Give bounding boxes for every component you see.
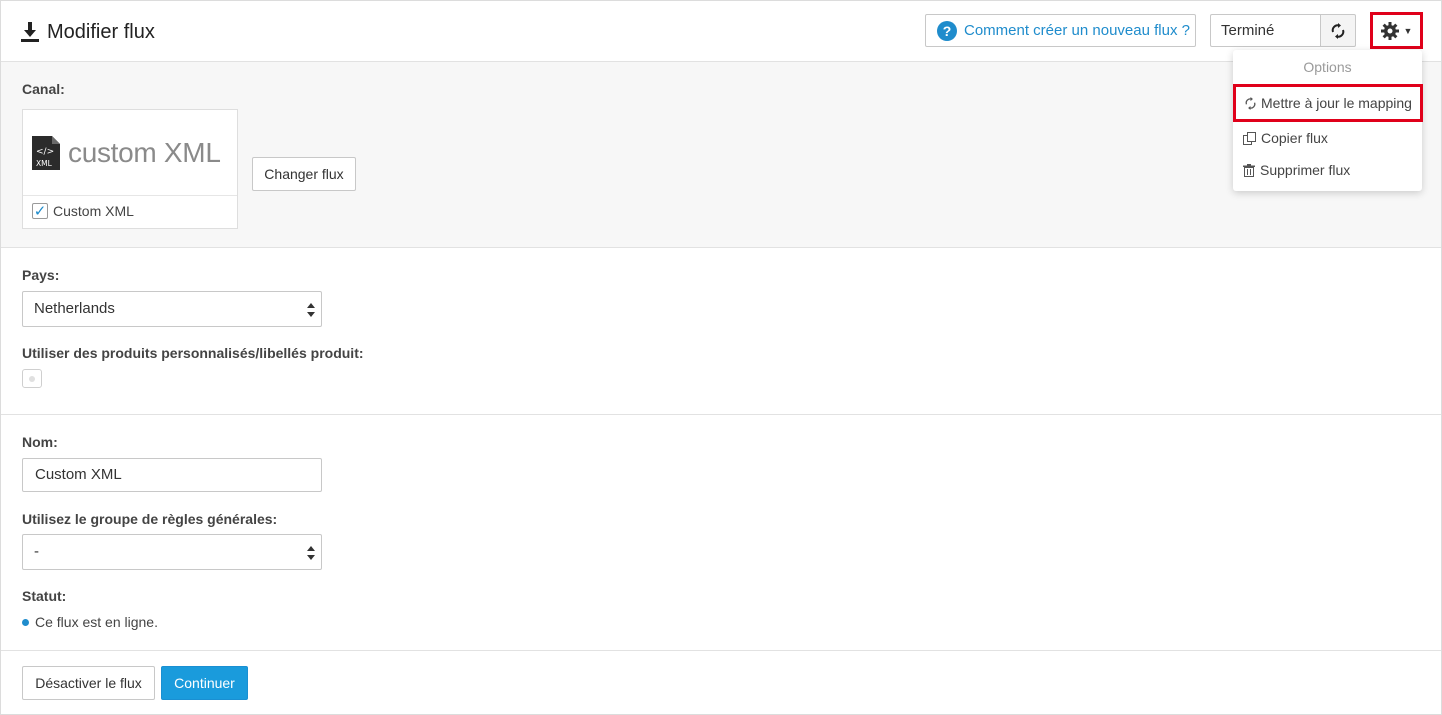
status-field[interactable]: Terminé bbox=[1210, 14, 1321, 47]
toggle-dot-icon bbox=[29, 375, 35, 382]
options-dropdown: Options Mettre à jour le mapping Copier … bbox=[1233, 50, 1423, 191]
channel-checkbox-row[interactable]: ✓ Custom XML bbox=[32, 203, 134, 220]
form-footer: Désactiver le flux Continuer bbox=[1, 651, 1441, 714]
refresh-icon bbox=[1331, 22, 1345, 39]
status-dot-icon bbox=[22, 618, 29, 626]
page-title: Modifier flux bbox=[21, 19, 155, 45]
trash-icon bbox=[1243, 163, 1255, 177]
channel-checkbox-label: Custom XML bbox=[53, 203, 134, 219]
refresh-icon bbox=[1245, 96, 1256, 110]
custom-xml-logo: </> XML custom XML bbox=[23, 110, 237, 196]
country-section: Pays: Netherlands Utiliser des produits … bbox=[1, 248, 1441, 415]
select-arrows-icon bbox=[307, 303, 315, 317]
copy-feed-item[interactable]: Copier flux bbox=[1233, 122, 1422, 154]
name-input[interactable]: Custom XML bbox=[22, 458, 322, 492]
update-mapping-item[interactable]: Mettre à jour le mapping bbox=[1233, 84, 1423, 122]
page-header: Modifier flux ? Comment créer un nouveau… bbox=[1, 1, 1441, 62]
help-button-label: Comment créer un nouveau flux ? bbox=[964, 22, 1190, 39]
logo-text: custom XML bbox=[68, 136, 221, 168]
gear-icon bbox=[1380, 21, 1399, 40]
svg-text:</>: </> bbox=[36, 147, 54, 157]
status-text: Ce flux est en ligne. bbox=[35, 614, 158, 630]
rules-group-label: Utilisez le groupe de règles générales: bbox=[22, 511, 278, 527]
page-title-text: Modifier flux bbox=[47, 20, 155, 43]
country-select-value: Netherlands bbox=[34, 300, 115, 317]
help-button[interactable]: ? Comment créer un nouveau flux ? bbox=[925, 14, 1196, 47]
page-frame: Modifier flux ? Comment créer un nouveau… bbox=[0, 0, 1442, 715]
delete-feed-label: Supprimer flux bbox=[1260, 162, 1351, 178]
copy-icon bbox=[1243, 131, 1256, 145]
channel-card[interactable]: </> XML custom XML ✓ Custom XML bbox=[22, 109, 238, 229]
question-icon: ? bbox=[937, 20, 957, 41]
download-icon bbox=[21, 22, 39, 42]
status-label: Statut: bbox=[22, 588, 67, 604]
name-label: Nom: bbox=[22, 434, 58, 450]
delete-feed-item[interactable]: Supprimer flux bbox=[1233, 154, 1422, 186]
channel-section: Canal: </> XML custom XML ✓ Custom XML C… bbox=[1, 62, 1441, 248]
change-feed-button[interactable]: Changer flux bbox=[252, 157, 356, 191]
svg-text:XML: XML bbox=[36, 159, 53, 168]
copy-feed-label: Copier flux bbox=[1261, 130, 1328, 146]
deactivate-feed-button[interactable]: Désactiver le flux bbox=[22, 666, 155, 700]
name-section: Nom: Custom XML Utilisez le groupe de rè… bbox=[1, 415, 1441, 651]
settings-button[interactable]: ▼ bbox=[1370, 12, 1423, 49]
refresh-button[interactable] bbox=[1320, 14, 1356, 47]
custom-products-label: Utiliser des produits personnalisés/libe… bbox=[22, 345, 364, 361]
update-mapping-label: Mettre à jour le mapping bbox=[1261, 95, 1412, 111]
status-line: Ce flux est en ligne. bbox=[22, 614, 158, 630]
rules-group-select[interactable]: - bbox=[22, 534, 322, 570]
custom-products-toggle[interactable] bbox=[22, 369, 42, 388]
rules-group-value: - bbox=[34, 543, 39, 560]
chevron-down-icon: ▼ bbox=[1403, 25, 1413, 36]
country-select[interactable]: Netherlands bbox=[22, 291, 322, 327]
checkmark-icon[interactable]: ✓ bbox=[32, 203, 48, 220]
select-arrows-icon bbox=[307, 546, 315, 560]
xml-file-icon: </> XML bbox=[32, 135, 60, 170]
country-label: Pays: bbox=[22, 267, 60, 283]
dropdown-header: Options bbox=[1303, 59, 1352, 75]
continue-button[interactable]: Continuer bbox=[161, 666, 248, 700]
channel-label: Canal: bbox=[22, 81, 65, 97]
